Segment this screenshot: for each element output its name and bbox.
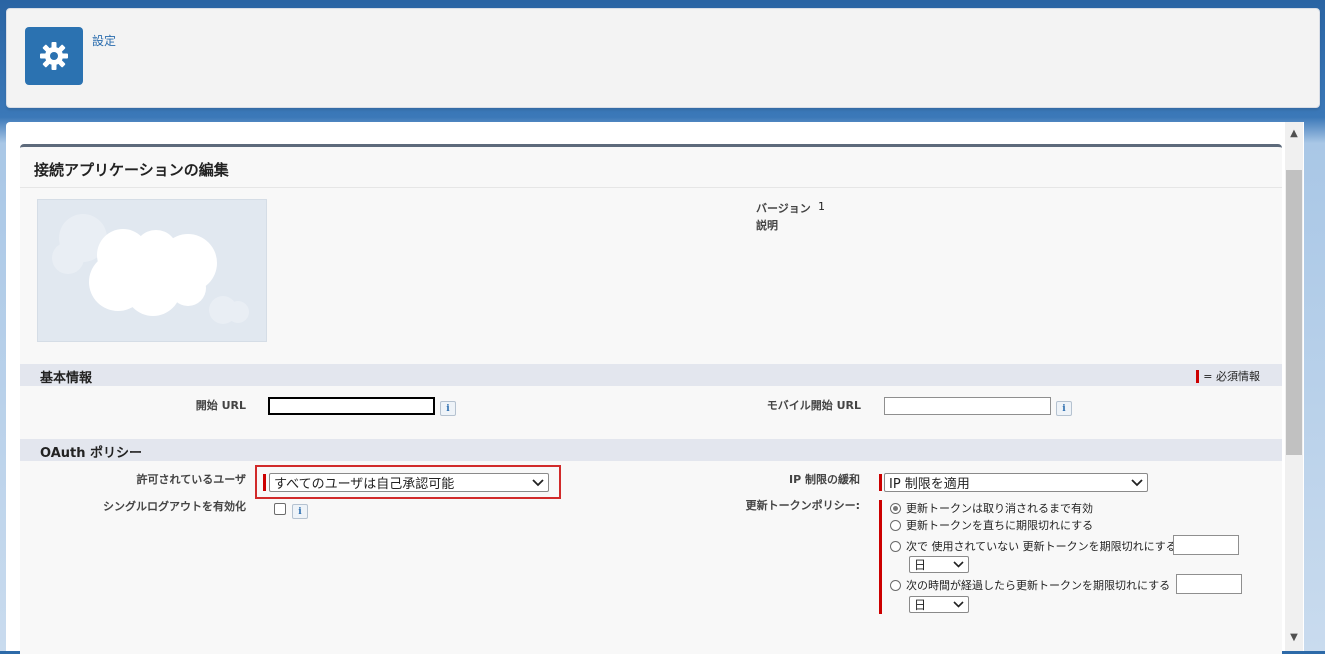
refresh-option-label: 次の時間が経過したら更新トークンを期限切れにする — [906, 579, 1171, 592]
basic-info-section-header: 基本情報 = 必須情報 — [20, 364, 1282, 386]
version-label: バージョン — [756, 202, 811, 215]
unit-value: 日 — [914, 598, 927, 612]
vertical-scrollbar[interactable]: ▲ ▼ — [1285, 122, 1303, 651]
radio-button[interactable] — [890, 579, 901, 591]
refresh-option-3[interactable]: 次で 使用されていない 更新トークンを期限切れにする — [890, 538, 1177, 554]
chevron-down-icon — [1131, 478, 1143, 486]
refresh-option-2[interactable]: 更新トークンを直ちに期限切れにする — [890, 517, 1093, 533]
scroll-up-icon[interactable]: ▲ — [1285, 124, 1303, 142]
app-logo — [37, 199, 267, 342]
time-expire-unit-select[interactable]: 日 — [909, 596, 969, 613]
connected-app-edit-block: 接続アプリケーションの編集 バージョン 1 説明 基本情報 = 必須情報 開始 … — [20, 144, 1282, 654]
basic-info-title: 基本情報 — [40, 371, 93, 386]
mobile-start-url-label: モバイル開始 URL — [766, 399, 861, 412]
scroll-down-icon[interactable]: ▼ — [1285, 628, 1303, 646]
refresh-option-label: 次で 使用されていない 更新トークンを期限切れにする — [906, 540, 1177, 553]
description-label: 説明 — [756, 219, 778, 232]
mobile-start-url-info-icon[interactable]: i — [1056, 401, 1072, 416]
time-expire-value-input[interactable] — [1176, 574, 1242, 594]
radio-button[interactable] — [890, 540, 901, 552]
radio-button[interactable] — [890, 519, 901, 531]
setup-header: 設定 — [6, 8, 1320, 108]
radio-button[interactable] — [890, 502, 901, 514]
chevron-down-icon — [953, 561, 964, 568]
scroll-thumb[interactable] — [1286, 170, 1302, 455]
permitted-users-value: すべてのユーザは自己承認可能 — [274, 477, 455, 492]
gear-icon — [40, 42, 68, 70]
single-logout-label: シングルログアウトを有効化 — [103, 500, 246, 513]
oauth-title: OAuth ポリシー — [40, 446, 143, 461]
chevron-down-icon — [953, 601, 964, 608]
version-value: 1 — [818, 200, 825, 213]
refresh-option-4[interactable]: 次の時間が経過したら更新トークンを期限切れにする — [890, 577, 1170, 593]
refresh-policy-label: 更新トークンポリシー: — [745, 499, 860, 512]
permitted-users-select[interactable]: すべてのユーザは自己承認可能 — [269, 473, 549, 492]
edit-title: 接続アプリケーションの編集 — [34, 161, 229, 179]
refresh-option-1[interactable]: 更新トークンは取り消されるまで有効 — [890, 500, 1093, 516]
start-url-info-icon[interactable]: i — [440, 401, 456, 416]
setup-gear-tile — [25, 27, 83, 85]
permitted-users-label: 許可されているユーザ — [136, 473, 246, 486]
chevron-down-icon — [532, 478, 544, 486]
ip-relax-select[interactable]: IP 制限を適用 — [884, 473, 1148, 492]
single-logout-info-icon[interactable]: i — [292, 504, 308, 519]
required-marker — [879, 474, 882, 491]
required-marker — [1196, 369, 1200, 383]
ip-relax-value: IP 制限を適用 — [889, 477, 970, 492]
required-legend-text: = 必須情報 — [1203, 370, 1260, 383]
required-marker — [879, 500, 882, 614]
ip-relax-label: IP 制限の緩和 — [789, 473, 860, 486]
start-url-input[interactable] — [268, 397, 435, 415]
required-legend: = 必須情報 — [1196, 368, 1260, 384]
cloud-logo-icon — [52, 214, 249, 324]
divider — [20, 187, 1282, 188]
oauth-section-header: OAuth ポリシー — [20, 439, 1282, 461]
unused-expire-value-input[interactable] — [1173, 535, 1239, 555]
single-logout-checkbox[interactable] — [274, 503, 286, 515]
unit-value: 日 — [914, 558, 927, 572]
required-marker — [263, 474, 266, 491]
page-title[interactable]: 設定 — [92, 32, 116, 49]
start-url-label: 開始 URL — [195, 399, 246, 412]
refresh-option-label: 更新トークンを直ちに期限切れにする — [906, 519, 1094, 532]
unused-expire-unit-select[interactable]: 日 — [909, 556, 969, 573]
refresh-option-label: 更新トークンは取り消されるまで有効 — [906, 502, 1093, 515]
mobile-start-url-input[interactable] — [884, 397, 1051, 415]
